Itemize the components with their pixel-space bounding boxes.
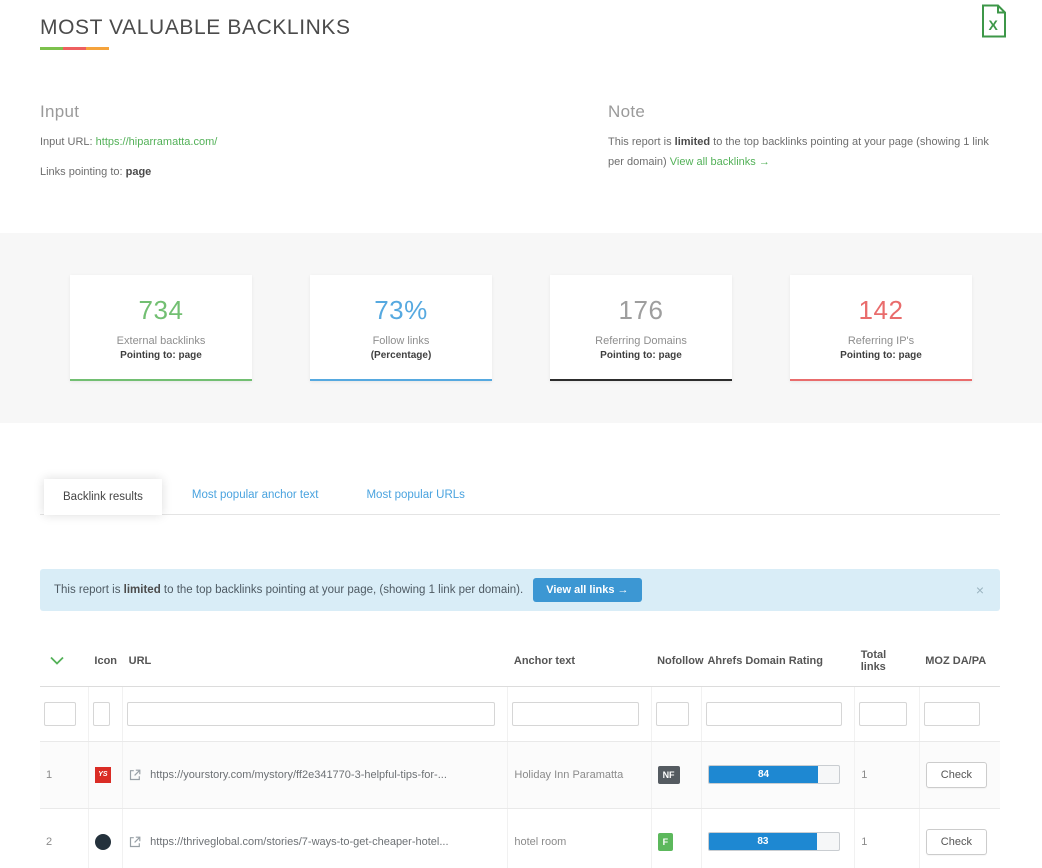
table-header-row: Icon URL Anchor text Nofollow Ahrefs Dom…	[40, 636, 1000, 687]
limit-info-banner: This report is limited to the top backli…	[40, 568, 1000, 611]
site-favicon	[94, 834, 111, 850]
stat-label: External backlinks	[116, 334, 206, 347]
excel-icon: X	[982, 4, 1006, 38]
stat-label: Follow links	[372, 334, 430, 347]
view-all-backlinks-link[interactable]: View all backlinks →	[670, 156, 770, 168]
ahrefs-rating-fill: 83	[708, 833, 817, 850]
col-header-url[interactable]: URL	[122, 636, 508, 687]
total-links-value: 1	[861, 768, 868, 781]
ahrefs-rating-bar: 84	[707, 765, 840, 784]
view-all-links-button[interactable]: View all links →	[533, 577, 642, 602]
filter-input-anchor-text[interactable]	[512, 701, 639, 726]
page-header: MOST VALUABLE BACKLINKS X	[0, 0, 1042, 50]
table-row: 1 YS https://yourstory.com/mystory/ff2e3…	[40, 741, 1000, 809]
url-cell: https://thriveglobal.com/stories/7-ways-…	[129, 836, 499, 848]
stat-sublabel: Pointing to: page	[600, 349, 682, 361]
sort-chevron-down-icon[interactable]	[46, 653, 64, 668]
underline-segment	[63, 47, 86, 50]
total-links-value: 1	[861, 835, 868, 848]
row-number: 2	[46, 835, 53, 848]
stat-sublabel: Pointing to: page	[840, 349, 922, 361]
url-cell: https://yourstory.com/mystory/ff2e341770…	[129, 769, 499, 781]
filter-input-number[interactable]	[44, 701, 76, 726]
ahrefs-rating-fill: 84	[708, 766, 819, 783]
banner-close-icon[interactable]: ×	[976, 583, 984, 597]
backlinks-table: Icon URL Anchor text Nofollow Ahrefs Dom…	[40, 636, 1000, 868]
links-pointing-line: Links pointing to: page	[40, 163, 608, 182]
links-pointing-value: page	[125, 166, 152, 179]
ahrefs-rating-bar: 83	[707, 832, 840, 851]
moz-check-button[interactable]: Check	[925, 761, 987, 788]
banner-text-end: to the top backlinks pointing at your pa…	[160, 583, 524, 596]
banner-text-bold: limited	[123, 583, 161, 596]
table-row: 2 https://thriveglobal.com/stories/7-way…	[40, 808, 1000, 868]
stat-label: Referring IP's	[847, 334, 915, 347]
banner-text-start: This report is	[54, 583, 124, 596]
stat-card-referring-domains: 176 Referring Domains Pointing to: page	[550, 274, 732, 381]
nofollow-badge: NF	[657, 765, 680, 784]
page-title: MOST VALUABLE BACKLINKS	[40, 16, 351, 39]
row-number: 1	[46, 768, 53, 781]
title-underline	[40, 47, 1002, 50]
table-filter-row	[40, 686, 1000, 742]
anchor-text: hotel room	[514, 835, 567, 848]
input-url-link[interactable]: https://hiparramatta.com/	[96, 136, 218, 148]
banner-text: This report is limited to the top backli…	[54, 584, 523, 596]
input-heading: Input	[40, 102, 80, 121]
col-header-nofollow[interactable]: Nofollow	[651, 636, 704, 687]
external-link-icon[interactable]	[129, 769, 141, 781]
favicon-text: YS	[98, 771, 108, 778]
moz-check-button[interactable]: Check	[925, 828, 987, 855]
note-text-bold: limited	[674, 136, 711, 148]
stat-sublabel: Pointing to: page	[120, 349, 202, 361]
tab-most-popular-urls[interactable]: Most popular URLs	[366, 489, 464, 501]
backlink-url[interactable]: https://yourstory.com/mystory/ff2e341770…	[150, 769, 447, 781]
input-url-label: Input URL:	[40, 136, 93, 148]
col-header-moz-da-pa[interactable]: MOZ DA/PA	[919, 636, 1000, 687]
stat-value: 73%	[374, 294, 428, 325]
ahrefs-rating-value: 84	[758, 769, 770, 780]
info-row: Input Input URL: https://hiparramatta.co…	[0, 102, 1042, 183]
ahrefs-rating-value: 83	[757, 836, 769, 847]
tab-backlink-results[interactable]: Backlink results	[44, 478, 162, 515]
external-link-icon[interactable]	[129, 836, 141, 848]
excel-export-button[interactable]: X	[980, 4, 1008, 38]
stats-band: 734 External backlinks Pointing to: page…	[0, 232, 1042, 423]
backlink-url[interactable]: https://thriveglobal.com/stories/7-ways-…	[150, 836, 448, 848]
filter-input-url[interactable]	[127, 701, 496, 726]
underline-segment	[86, 47, 109, 50]
svg-text:X: X	[989, 17, 999, 33]
col-header-ahrefs-domain-rating[interactable]: Ahrefs Domain Rating	[701, 636, 855, 687]
col-header-total-links[interactable]: Total links	[854, 636, 920, 687]
most-valuable-backlinks-page: MOST VALUABLE BACKLINKS X Input Input UR…	[0, 0, 1042, 868]
note-text: This report is limited to the top backli…	[608, 133, 1002, 173]
links-pointing-label: Links pointing to:	[40, 166, 123, 179]
note-heading: Note	[608, 102, 646, 121]
stat-sublabel: (Percentage)	[370, 349, 432, 361]
filter-input-moz[interactable]	[923, 701, 980, 726]
follow-badge: F	[657, 832, 674, 851]
filter-input-total-links[interactable]	[859, 701, 907, 726]
note-text-start: This report is	[608, 136, 675, 148]
stat-card-follow-links: 73% Follow links (Percentage)	[310, 274, 492, 381]
stat-value: 176	[618, 294, 664, 325]
input-section: Input Input URL: https://hiparramatta.co…	[40, 102, 608, 183]
filter-input-rating[interactable]	[705, 701, 843, 726]
input-url-line: Input URL: https://hiparramatta.com/	[40, 133, 608, 152]
tab-most-popular-anchor-text[interactable]: Most popular anchor text	[192, 489, 319, 501]
anchor-text: Holiday Inn Paramatta	[514, 768, 624, 781]
underline-segment	[40, 47, 63, 50]
stat-value: 142	[858, 294, 904, 325]
col-header-anchor-text[interactable]: Anchor text	[507, 636, 652, 687]
filter-input-icon[interactable]	[92, 701, 111, 726]
tabs-row: Backlink results Most popular anchor tex…	[40, 473, 1000, 515]
stat-value: 734	[138, 294, 184, 325]
site-favicon: YS	[94, 766, 111, 783]
stat-card-referring-ips: 142 Referring IP's Pointing to: page	[790, 274, 972, 381]
filter-input-nofollow[interactable]	[655, 701, 689, 726]
col-header-icon[interactable]: Icon	[88, 636, 123, 687]
stat-card-external-backlinks: 734 External backlinks Pointing to: page	[70, 274, 252, 381]
note-section: Note This report is limited to the top b…	[608, 102, 1002, 183]
stat-label: Referring Domains	[595, 334, 687, 347]
